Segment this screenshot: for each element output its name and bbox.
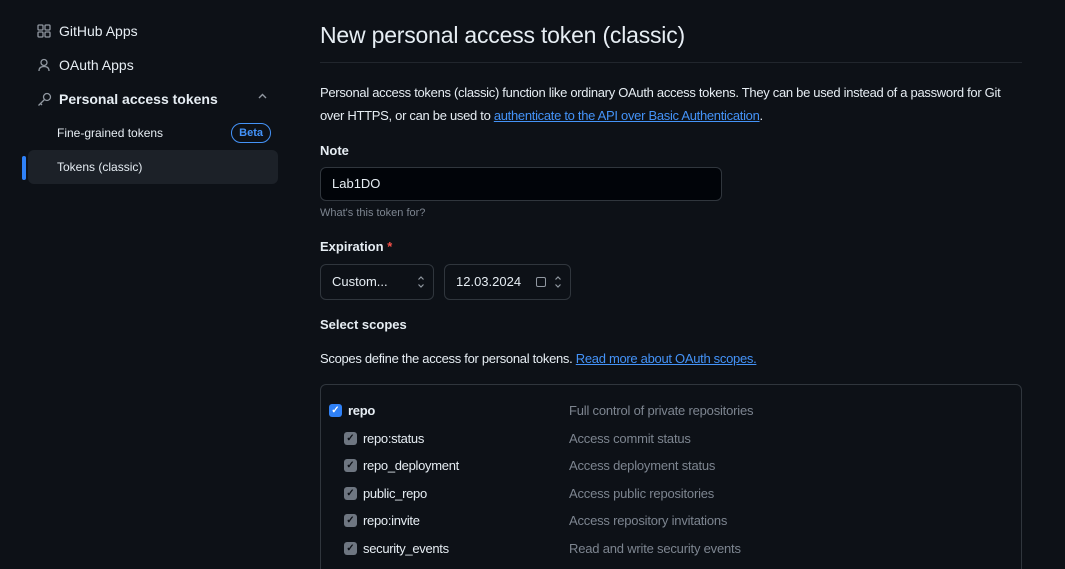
repo-checkbox[interactable]: ✓ — [329, 404, 342, 417]
main-content: New personal access token (classic) Pers… — [320, 0, 1022, 569]
page-description: Personal access tokens (classic) functio… — [320, 81, 1022, 127]
scope-row-repo-status: ✓ repo:status Access commit status — [321, 429, 1021, 449]
sidebar-item-label: Fine-grained tokens — [57, 126, 164, 140]
sidebar-item-label: GitHub Apps — [59, 23, 138, 39]
scope-row-repo-deployment: ✓ repo_deployment Access deployment stat… — [321, 456, 1021, 476]
oauth-scopes-link[interactable]: Read more about OAuth scopes. — [576, 351, 757, 366]
scope-description: Access commit status — [569, 431, 691, 446]
note-input[interactable]: Lab1DO — [320, 167, 722, 201]
key-icon — [36, 91, 52, 107]
expiration-label: Expiration * — [320, 239, 1022, 259]
sidebar-item-label: Tokens (classic) — [57, 160, 143, 174]
scope-description: Full control of private repositories — [569, 403, 754, 418]
sidebar-item-github-apps[interactable]: GitHub Apps — [22, 14, 278, 48]
sidebar-item-fine-grained-tokens[interactable]: Fine-grained tokens Beta — [22, 116, 278, 150]
note-label: Note — [320, 143, 349, 158]
scope-row-security-events: ✓ security_events Read and write securit… — [321, 539, 1021, 559]
scope-name: repo:invite — [363, 513, 420, 528]
person-icon — [36, 57, 52, 73]
expiration-date-value: 12.03.2024 — [456, 274, 522, 289]
title-divider — [320, 62, 1022, 63]
required-mark: * — [387, 239, 393, 254]
scope-description: Read and write security events — [569, 541, 741, 556]
scope-row-repo-invite: ✓ repo:invite Access repository invitati… — [321, 511, 1021, 531]
expiration-select[interactable]: Custom... — [320, 264, 434, 300]
expiration-date-input[interactable]: 12.03.2024 — [444, 264, 571, 300]
public-repo-checkbox[interactable]: ✓ — [344, 487, 357, 500]
scopes-description: Scopes define the access for personal to… — [320, 351, 1022, 366]
scope-name: repo_deployment — [363, 458, 459, 473]
calendar-icon[interactable] — [536, 277, 546, 287]
scope-name: security_events — [363, 541, 449, 556]
repo-deployment-checkbox[interactable]: ✓ — [344, 459, 357, 472]
description-end: . — [759, 108, 764, 123]
scopes-description-text: Scopes define the access for personal to… — [320, 351, 576, 366]
page-title: New personal access token (classic) — [320, 22, 685, 48]
scopes-list: ✓ repo Full control of private repositor… — [320, 384, 1022, 569]
basic-auth-link[interactable]: authenticate to the API over Basic Authe… — [494, 108, 760, 123]
sidebar-item-tokens-classic[interactable]: Tokens (classic) — [22, 150, 278, 184]
beta-badge: Beta — [231, 123, 271, 143]
scope-row-repo: ✓ repo Full control of private repositor… — [321, 401, 1021, 421]
expiration-label-text: Expiration — [320, 239, 384, 254]
sidebar-item-personal-access-tokens[interactable]: Personal access tokens — [22, 82, 278, 116]
security-events-checkbox[interactable]: ✓ — [344, 542, 357, 555]
sidebar-item-oauth-apps[interactable]: OAuth Apps — [22, 48, 278, 82]
select-scopes-label: Select scopes — [320, 317, 407, 332]
settings-sidebar: GitHub Apps OAuth Apps Personal access t… — [22, 14, 278, 184]
repo-invite-checkbox[interactable]: ✓ — [344, 514, 357, 527]
sidebar-item-label: Personal access tokens — [59, 91, 218, 107]
expiration-row: Custom... 12.03.2024 — [320, 264, 1022, 300]
scope-name: repo:status — [363, 431, 425, 446]
sidebar-item-label: OAuth Apps — [59, 57, 134, 73]
date-spinner-icon[interactable] — [554, 265, 562, 314]
note-hint: What's this token for? — [320, 207, 426, 219]
scope-row-public-repo: ✓ public_repo Access public repositories — [321, 484, 1021, 504]
repo-status-checkbox[interactable]: ✓ — [344, 432, 357, 445]
scope-description: Access public repositories — [569, 486, 715, 501]
active-indicator — [22, 156, 26, 180]
expiration-select-value: Custom... — [332, 274, 388, 289]
select-arrows-icon — [417, 265, 425, 314]
scope-name: public_repo — [363, 486, 427, 501]
chevron-up-icon[interactable] — [257, 91, 268, 105]
scope-description: Access repository invitations — [569, 513, 728, 528]
scope-description: Access deployment status — [569, 458, 716, 473]
apps-grid-icon — [36, 23, 52, 39]
